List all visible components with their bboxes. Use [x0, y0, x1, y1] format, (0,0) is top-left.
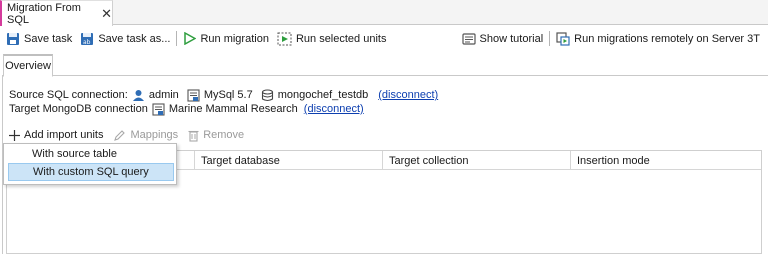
toolbar-separator	[549, 31, 551, 46]
menu-item-with-custom-sql-query[interactable]: With custom SQL query	[8, 163, 174, 181]
show-tutorial-label: Show tutorial	[479, 32, 544, 45]
save-icon	[7, 32, 19, 45]
target-disconnect-link[interactable]: (disconnect)	[304, 103, 364, 115]
svg-text:ab: ab	[83, 39, 91, 46]
plus-icon	[9, 129, 20, 141]
trash-icon	[188, 130, 199, 142]
source-database: mongochef_testdb	[277, 89, 369, 101]
save-task-label: Save task	[24, 32, 73, 45]
source-connection-line: Source SQL connection: admin MySql 5.7 m…	[9, 88, 438, 102]
menu-item-label: With custom SQL query	[33, 166, 149, 178]
mongodb-connection-icon	[152, 102, 165, 116]
import-units-actions: Add import units Mappings Remove	[9, 127, 254, 143]
column-header-label: Target database	[201, 154, 280, 167]
pencil-icon	[114, 129, 126, 141]
source-server: MySql 5.7	[203, 89, 253, 101]
run-migration-button[interactable]: Run migration	[183, 32, 269, 45]
column-header-label: Insertion mode	[577, 154, 650, 167]
save-as-icon: ab	[81, 32, 94, 46]
database-icon	[261, 88, 273, 101]
target-connection-label: Target MongoDB connection	[9, 103, 148, 115]
tab-migration-from-sql[interactable]: Migration From SQL ✕	[0, 0, 113, 26]
run-selected-units-label: Run selected units	[295, 32, 387, 45]
column-header-target-database[interactable]: Target database	[194, 151, 382, 170]
source-connection-label: Source SQL connection:	[9, 89, 128, 101]
run-remotely-button[interactable]: Run migrations remotely on Server 3T	[556, 31, 760, 46]
remove-label: Remove	[203, 129, 245, 141]
tab-overview[interactable]: Overview	[3, 54, 53, 77]
run-remotely-label: Run migrations remotely on Server 3T	[574, 32, 760, 45]
run-selected-units-button[interactable]: Run selected units	[277, 32, 387, 46]
sql-server-icon	[187, 88, 200, 102]
add-import-units-label: Add import units	[24, 129, 104, 141]
close-icon[interactable]: ✕	[101, 7, 112, 20]
sub-tab-bar	[2, 53, 768, 76]
save-task-button[interactable]: Save task	[6, 32, 72, 46]
document-tab-bar	[0, 0, 768, 25]
source-user: admin	[148, 89, 179, 101]
column-header-label: Target collection	[389, 154, 469, 167]
column-header-target-collection[interactable]: Target collection	[382, 151, 570, 170]
remove-button[interactable]: Remove	[188, 129, 244, 142]
show-tutorial-button[interactable]: Show tutorial	[461, 32, 544, 46]
save-task-as-label: Save task as...	[98, 32, 171, 45]
source-disconnect-link[interactable]: (disconnect)	[378, 89, 438, 101]
server-icon	[556, 31, 570, 46]
toolbar-separator	[176, 31, 178, 46]
tab-overview-label: Overview	[5, 60, 51, 72]
menu-item-label: With source table	[32, 148, 117, 160]
tab-title: Migration From SQL	[7, 1, 81, 26]
target-connection-line: Target MongoDB connection Marine Mammal …	[9, 102, 364, 116]
user-icon	[132, 89, 144, 101]
mappings-label: Mappings	[130, 129, 179, 141]
save-task-as-button[interactable]: ab Save task as...	[80, 32, 170, 46]
mappings-button[interactable]: Mappings	[113, 129, 178, 142]
menu-item-with-source-table[interactable]: With source table	[8, 145, 174, 163]
run-selection-icon	[277, 32, 292, 45]
play-icon	[184, 32, 197, 45]
column-header-insertion-mode[interactable]: Insertion mode	[570, 151, 760, 170]
run-migration-label: Run migration	[200, 32, 269, 45]
add-import-units-button[interactable]: Add import units	[9, 129, 103, 141]
toolbar: Save task ab Save task as... Run migrati…	[0, 26, 768, 51]
target-connection-name: Marine Mammal Research	[168, 103, 298, 115]
tutorial-icon	[461, 32, 476, 45]
